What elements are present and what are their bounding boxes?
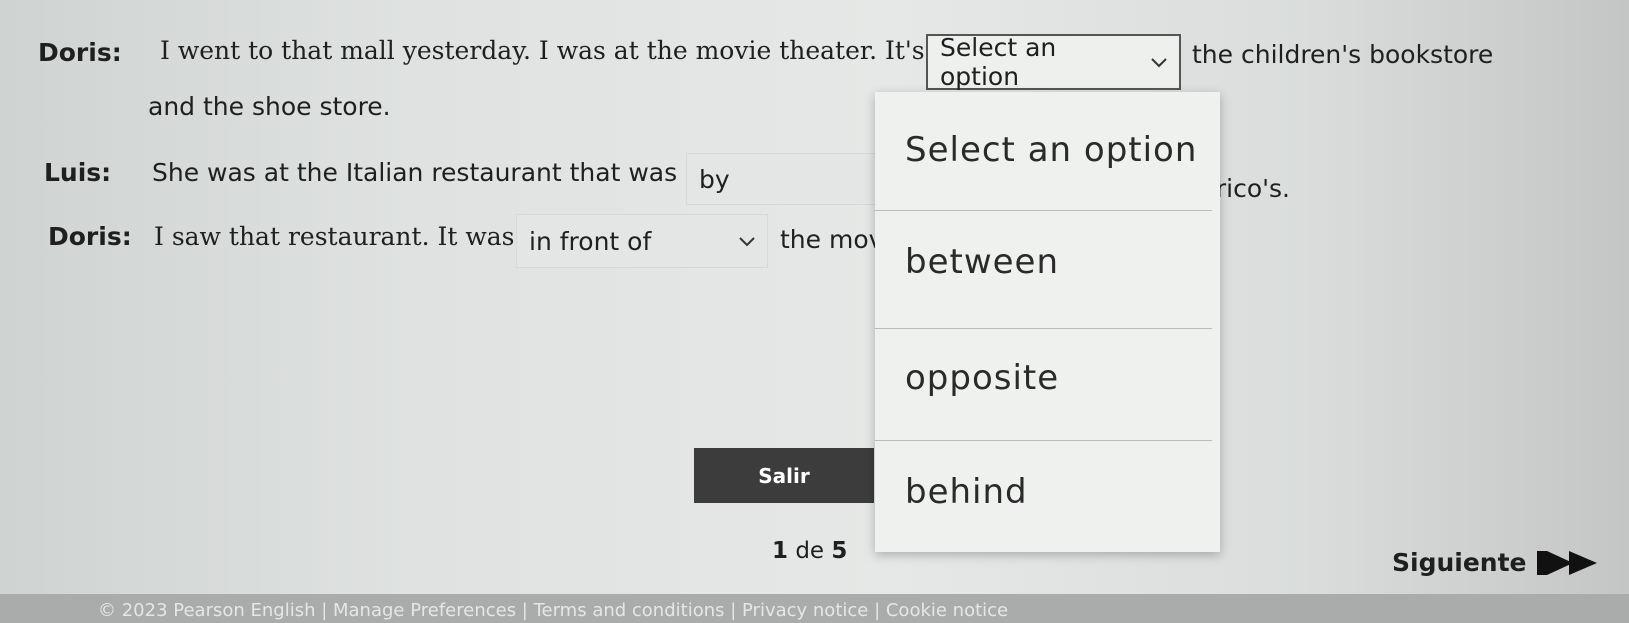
dialogue-text: the children's bookstore <box>1192 40 1494 69</box>
speaker-label: Doris: <box>48 222 132 251</box>
dropdown-option-behind[interactable]: behind <box>875 472 1220 512</box>
select-value: Select an option <box>940 33 1057 91</box>
divider <box>875 210 1212 211</box>
dialogue-line-2: Luis: <box>44 158 111 187</box>
next-button[interactable]: Siguiente <box>1392 548 1603 577</box>
dialogue-line-1: Doris: <box>38 38 122 67</box>
page-separator: de <box>795 538 825 564</box>
option-select-2[interactable]: by <box>686 153 876 205</box>
select-value: by <box>699 164 730 194</box>
dropdown-option-opposite[interactable]: opposite <box>875 358 1220 398</box>
divider <box>875 440 1212 441</box>
page-current: 1 <box>772 538 789 564</box>
option-select-3[interactable]: in front of <box>516 214 768 268</box>
dropdown-header: Select an option <box>905 130 1198 170</box>
exit-button[interactable]: Salir <box>694 448 874 503</box>
select-value: in front of <box>529 226 652 256</box>
fast-forward-icon <box>1536 549 1603 577</box>
dropdown-option-between[interactable]: between <box>875 242 1220 282</box>
divider <box>875 328 1212 329</box>
chevron-down-icon <box>1151 53 1167 72</box>
option-select-1[interactable]: Select an option <box>926 33 1181 91</box>
next-label: Siguiente <box>1392 548 1527 577</box>
dialogue-text: I went to that mall yesterday. I was at … <box>160 36 925 65</box>
speaker-label: Luis: <box>44 158 112 187</box>
dialogue-text: She was at the Italian restaurant that w… <box>152 158 678 187</box>
dialogue-text: I saw that restaurant. It was <box>154 222 515 251</box>
option-dropdown: Select an option between opposite behind <box>875 92 1220 552</box>
dialogue-text: and the shoe store. <box>148 92 391 121</box>
footer: © 2023 Pearson English | Manage Preferen… <box>0 594 1629 623</box>
dialogue-line-3: Doris: <box>48 222 132 251</box>
speaker-label: Doris: <box>38 38 122 67</box>
page-total: 5 <box>831 538 848 564</box>
chevron-down-icon <box>739 232 755 251</box>
dialogue-text: the mov <box>780 225 884 254</box>
pagination: 1 de 5 <box>772 538 847 564</box>
